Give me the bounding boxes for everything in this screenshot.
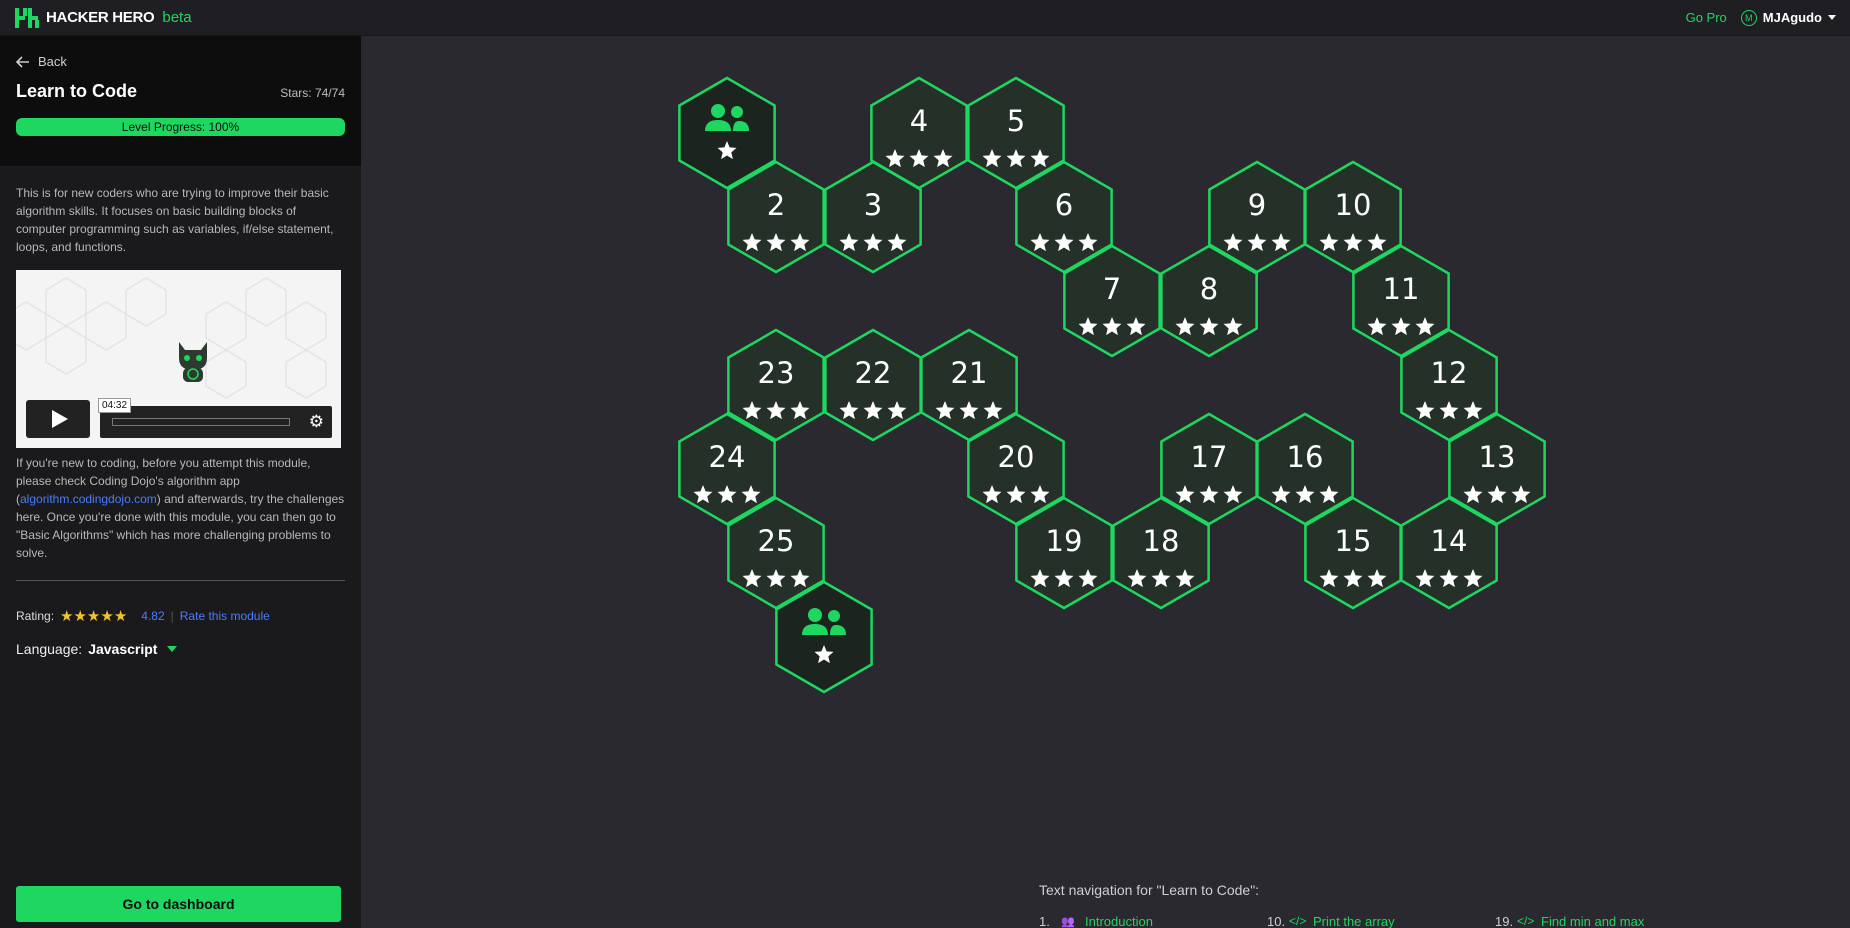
go-to-dashboard-button[interactable]: Go to dashboard bbox=[16, 886, 341, 922]
rating-label: Rating: bbox=[16, 609, 55, 623]
code-icon: </> bbox=[1289, 914, 1307, 928]
back-link[interactable]: Back bbox=[16, 54, 345, 69]
username: MJAgudo bbox=[1762, 10, 1822, 25]
mascot-image bbox=[179, 342, 207, 382]
hex-number: 11 bbox=[1383, 272, 1420, 306]
hex-number: 20 bbox=[998, 440, 1035, 474]
hacker-hero-logo-icon bbox=[15, 7, 39, 28]
user-menu[interactable]: M MJAgudo bbox=[1740, 9, 1836, 26]
text-navigation-title: Text navigation for "Learn to Code": bbox=[1039, 882, 1260, 898]
hex-number: 7 bbox=[1103, 272, 1121, 306]
brand[interactable]: HACKER HERO beta bbox=[14, 7, 192, 29]
back-label: Back bbox=[38, 54, 67, 69]
nav-item-number: 1. bbox=[1039, 913, 1050, 928]
rating-separator: | bbox=[170, 609, 174, 623]
divider bbox=[16, 580, 345, 581]
module-title: Learn to Code bbox=[16, 81, 138, 101]
top-bar: HACKER HERO beta Go Pro M MJAgudo bbox=[0, 0, 1850, 36]
nav-column: 10.</>Print the array11.</>Print Positiv… bbox=[1267, 912, 1495, 928]
play-icon bbox=[52, 410, 68, 428]
play-button[interactable] bbox=[26, 400, 90, 438]
level-progress-bar: Level Progress: 100% bbox=[16, 118, 345, 136]
hex-number: 2 bbox=[767, 188, 785, 222]
hex-number: 18 bbox=[1143, 524, 1180, 558]
hex-number: 15 bbox=[1335, 524, 1372, 558]
video-progress-track[interactable] bbox=[112, 418, 290, 426]
brand-beta-tag: beta bbox=[162, 9, 192, 26]
challenge-map: 2 3 4 5 6 7 8 9 10 11 12 13 14 15 16 17 18 19 20 21 22 23 24 25… bbox=[361, 36, 1850, 928]
hex-number: 9 bbox=[1248, 188, 1266, 222]
hex-number: 16 bbox=[1287, 440, 1324, 474]
rate-module-link[interactable]: Rate this module bbox=[180, 609, 270, 623]
nav-item[interactable]: 10. </> Print the array bbox=[1267, 912, 1495, 928]
nav-item-label: Print the array bbox=[1313, 913, 1395, 928]
language-value: Javascript bbox=[88, 641, 158, 657]
arrow-left-icon bbox=[16, 55, 29, 68]
hex-number: 14 bbox=[1431, 524, 1468, 558]
nav-item-number: 10. bbox=[1267, 913, 1286, 928]
video-player[interactable]: ⚙ 04:32 bbox=[16, 270, 341, 448]
hex-map: 2 34 567 89 10111213141516171819202122232425 bbox=[678, 76, 1546, 694]
brand-name: HACKER HERO bbox=[46, 9, 155, 26]
group-icon: 👥 bbox=[1061, 915, 1075, 928]
nav-item-label: Introduction bbox=[1085, 913, 1153, 928]
hex-number: 5 bbox=[1007, 104, 1025, 138]
nav-item-number: 19. bbox=[1495, 913, 1514, 928]
text-navigation: Text navigation for "Learn to Code": 1. 👥… bbox=[1039, 882, 1723, 928]
hex-number: 3 bbox=[864, 188, 882, 222]
module-sidebar: Back Learn to Code Stars: 74/74 Level Pr… bbox=[0, 36, 361, 928]
hex-number: 17 bbox=[1191, 440, 1228, 474]
hex-number: 4 bbox=[910, 104, 928, 138]
module-description: This is for new coders who are trying to… bbox=[16, 186, 334, 254]
hex-number: 24 bbox=[709, 440, 746, 474]
hex-number: 22 bbox=[855, 356, 892, 390]
rating-value: 4.82 bbox=[141, 609, 165, 623]
chevron-down-icon bbox=[1828, 15, 1836, 20]
hex-number: 6 bbox=[1055, 188, 1073, 222]
nav-item[interactable]: 19. </> Find min and max bbox=[1495, 912, 1723, 928]
hex-number: 19 bbox=[1046, 524, 1083, 558]
avatar: M bbox=[1740, 9, 1757, 26]
nav-column: 19.</>Find min and max20.</>Count Positi… bbox=[1495, 912, 1723, 928]
language-selector[interactable]: Language: Javascript bbox=[16, 641, 345, 657]
rating-row: Rating: ★★★★★ 4.82 | Rate this module bbox=[16, 607, 345, 625]
video-timecode: 04:32 bbox=[98, 398, 132, 413]
hex-number: 12 bbox=[1431, 356, 1468, 390]
code-icon: </> bbox=[1517, 914, 1535, 928]
chevron-down-icon bbox=[167, 646, 178, 652]
hex-number: 21 bbox=[951, 356, 988, 390]
hex-number: 10 bbox=[1335, 188, 1372, 222]
video-controls: ⚙ bbox=[100, 406, 332, 438]
nav-item[interactable]: 1. 👥 Introduction bbox=[1039, 912, 1267, 928]
hex-number: 13 bbox=[1479, 440, 1516, 474]
hex-number: 23 bbox=[758, 356, 795, 390]
go-pro-link[interactable]: Go Pro bbox=[1686, 10, 1727, 25]
text-navigation-list: 1.👥Introduction2.</>Print from 1 to 203.… bbox=[1039, 912, 1723, 928]
gear-icon[interactable]: ⚙ bbox=[309, 413, 324, 431]
stars-count: Stars: 74/74 bbox=[280, 86, 345, 100]
nav-column: 1.👥Introduction2.</>Print from 1 to 203.… bbox=[1039, 912, 1267, 928]
algorithm-app-link[interactable]: algorithm.codingdojo.com bbox=[20, 492, 157, 506]
hex-number: 8 bbox=[1200, 272, 1218, 306]
hex-number: 25 bbox=[758, 524, 795, 558]
rating-stars-icon: ★★★★★ bbox=[60, 608, 128, 625]
module-header: Back Learn to Code Stars: 74/74 Level Pr… bbox=[0, 36, 361, 166]
language-label: Language: bbox=[16, 641, 83, 657]
module-note: If you're new to coding, before you atte… bbox=[16, 454, 345, 562]
nav-item-label: Find min and max bbox=[1541, 913, 1645, 928]
hex-challenge-22[interactable]: 22 bbox=[824, 328, 922, 442]
